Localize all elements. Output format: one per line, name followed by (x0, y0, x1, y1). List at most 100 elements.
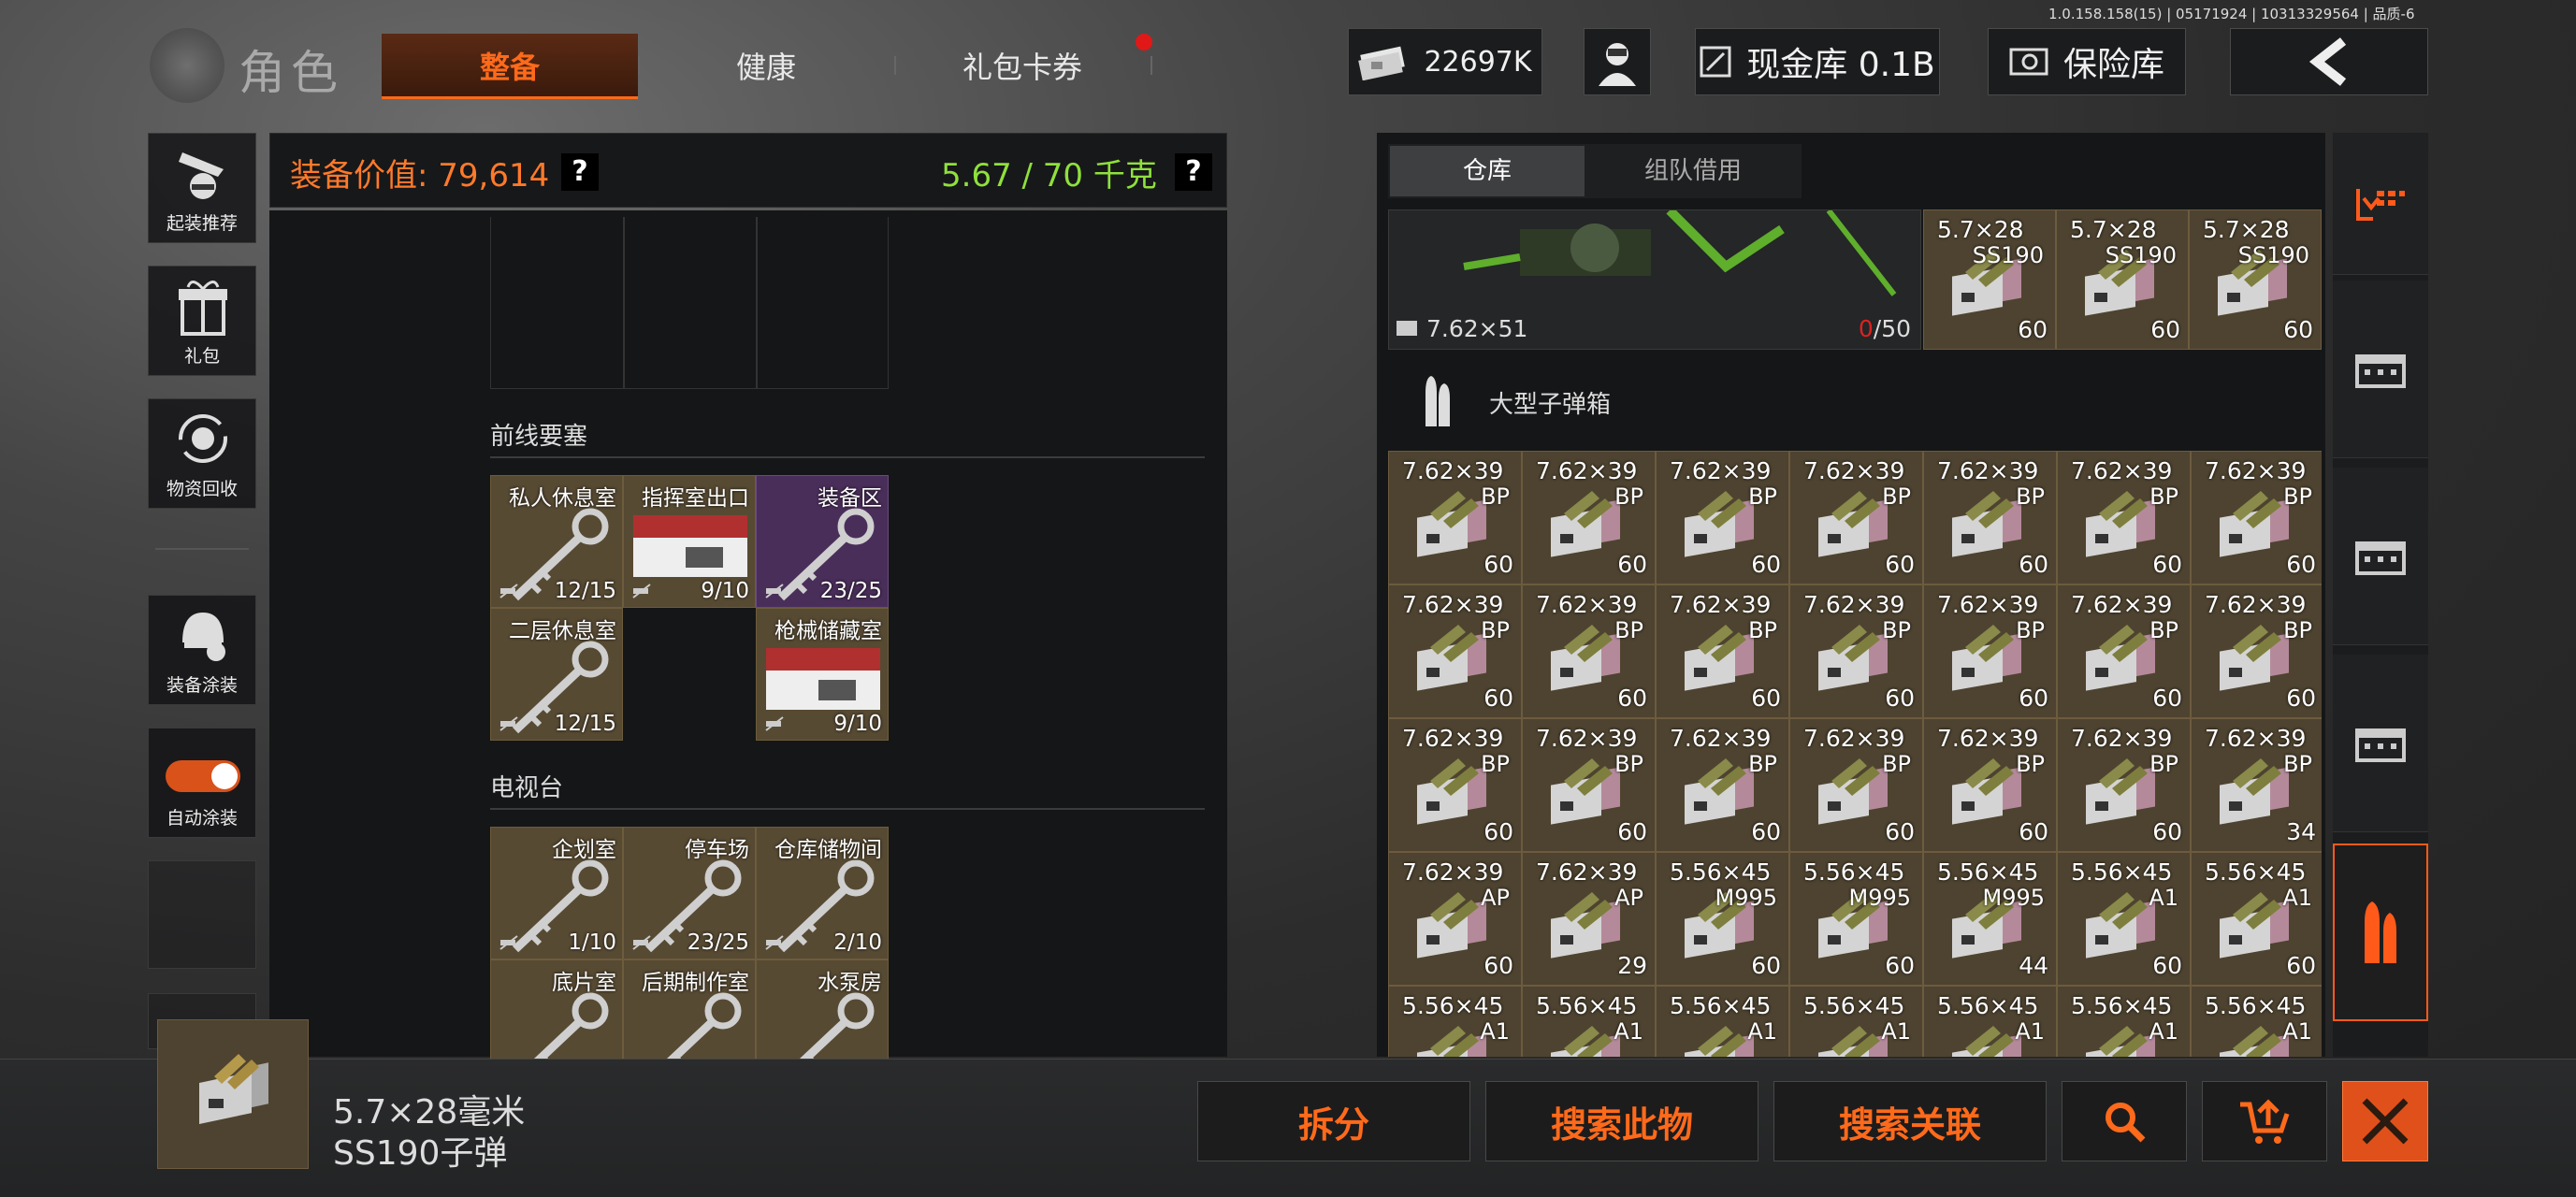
close-button[interactable] (2342, 1081, 2428, 1161)
ammo-item[interactable]: 7.62×39 BP 60 (1388, 584, 1522, 718)
ammo-item[interactable]: 5.7×28 SS190 60 (1923, 209, 2056, 350)
cash-vault-label: 现金库 0.1B (1746, 46, 1935, 84)
ammo-variant: BP (2149, 483, 2178, 510)
ammo-caliber: 7.62×39 (1937, 457, 2039, 484)
sidebar-item-recycle[interactable]: 物资回收 (148, 398, 256, 509)
cash-icon (1358, 46, 1406, 80)
ammo-item[interactable]: 5.56×45 A1 (1522, 986, 1656, 1057)
key-item[interactable]: 私人休息室 12/15 (490, 475, 623, 608)
weapon-item[interactable]: 7.62×51 0/50 (1388, 209, 1921, 350)
ammo-caliber: 5.7×28 (1937, 216, 2024, 243)
ammo-caliber: 7.62×39 (1402, 725, 1504, 752)
ammo-quantity: 60 (2019, 551, 2048, 578)
ammo-item[interactable]: 7.62×39 BP 60 (1388, 718, 1522, 852)
key-name: 水泵房 (818, 971, 882, 995)
ammo-item[interactable]: 5.56×45 M995 60 (1789, 852, 1923, 986)
cash-vault-button[interactable]: 现金库 0.1B (1695, 28, 1940, 95)
ammo-item[interactable]: 7.62×39 BP 60 (2057, 718, 2191, 852)
ammo-caliber: 5.56×45 (2071, 858, 2173, 886)
tab-team-borrow[interactable]: 组队借用 (1586, 146, 1800, 196)
key-item[interactable]: 装备区 23/25 (756, 475, 889, 608)
ammo-quantity: 60 (1483, 551, 1513, 578)
weight-help-button[interactable]: ? (1175, 153, 1212, 191)
ammo-item[interactable]: 7.62×39 BP 60 (1388, 451, 1522, 584)
key-item[interactable]: 仓库储物间 2/10 (756, 827, 889, 959)
ammo-item[interactable]: 5.56×45 M995 60 (1656, 852, 1789, 986)
ammo-item[interactable]: 5.56×45 M995 44 (1923, 852, 2057, 986)
ammo-item[interactable]: 5.56×45 A1 (1789, 986, 1923, 1057)
ammo-item[interactable]: 5.56×45 A1 60 (2057, 852, 2191, 986)
key-name: 仓库储物间 (774, 838, 882, 862)
ammo-item[interactable]: 7.62×39 BP 60 (1789, 718, 1923, 852)
ammo-item[interactable]: 5.56×45 A1 (2057, 986, 2191, 1057)
ammo-item[interactable]: 7.62×39 BP 60 (1522, 451, 1656, 584)
section-title-frontline: 前线要塞 (490, 423, 588, 451)
crate-icon (2355, 353, 2406, 388)
operator-avatar-icon (1599, 43, 1636, 86)
split-button[interactable]: 拆分 (1197, 1081, 1470, 1161)
key-item[interactable]: 二层休息室 12/15 (490, 608, 623, 741)
safe-button[interactable]: 保险库 (1988, 28, 2186, 95)
ammo-item[interactable]: 5.7×28 SS190 60 (2189, 209, 2322, 350)
ammo-item[interactable]: 7.62×39 BP 60 (1522, 584, 1656, 718)
ammo-caliber: 5.56×45 (2205, 992, 2307, 1019)
ammo-quantity: 60 (1885, 818, 1915, 845)
ammo-item[interactable]: 7.62×39 BP 60 (1923, 451, 2057, 584)
ammo-item[interactable]: 7.62×39 BP 60 (2057, 584, 2191, 718)
ammo-item[interactable]: 7.62×39 BP 60 (1789, 451, 1923, 584)
ammo-quantity: 60 (2152, 685, 2182, 712)
sell-button[interactable] (2202, 1081, 2327, 1161)
key-item[interactable]: 枪械储藏室 9/10 (756, 608, 889, 741)
ammo-item[interactable]: 7.62×39 BP 60 (1522, 718, 1656, 852)
search-related-button[interactable]: 搜索关联 (1773, 1081, 2047, 1161)
tab-libao-kaquan[interactable]: 礼包卡券 (894, 32, 1151, 99)
filter-ammo[interactable] (2333, 844, 2428, 1021)
ammo-item[interactable]: 5.56×45 A1 (1923, 986, 2057, 1057)
ammo-item[interactable]: 5.56×45 A1 (1656, 986, 1789, 1057)
ammo-item[interactable]: 5.56×45 A1 (1388, 986, 1522, 1057)
back-button[interactable] (2230, 28, 2428, 95)
ammo-quantity: 60 (1483, 952, 1513, 979)
sidebar-item-recommend[interactable]: 起装推荐 (148, 133, 256, 243)
ammo-quantity: 60 (1617, 685, 1647, 712)
ammo-quantity: 60 (1483, 685, 1513, 712)
ammo-variant: SS190 (2237, 242, 2309, 268)
search-button[interactable] (2062, 1081, 2187, 1161)
key-item[interactable]: 指挥室出口 9/10 (623, 475, 756, 608)
filter-container-3[interactable] (2333, 655, 2428, 832)
key-item[interactable]: 企划室 1/10 (490, 827, 623, 959)
ammo-item[interactable]: 7.62×39 BP 60 (1923, 584, 2057, 718)
ammo-item[interactable]: 5.7×28 SS190 60 (2056, 209, 2189, 350)
ammo-item[interactable]: 7.62×39 AP 29 (1522, 852, 1656, 986)
ammo-variant: BP (1614, 751, 1643, 777)
auto-skin-toggle[interactable] (166, 760, 240, 792)
ammo-item[interactable]: 7.62×39 BP 60 (1923, 718, 2057, 852)
ammo-item[interactable]: 7.62×39 BP 60 (2057, 451, 2191, 584)
ammo-variant: A1 (2015, 1018, 2045, 1045)
avatar-button[interactable] (1584, 28, 1651, 95)
ammo-item[interactable]: 7.62×39 BP 60 (1656, 718, 1789, 852)
ammo-item[interactable]: 7.62×39 BP 60 (2191, 584, 2322, 718)
tab-warehouse[interactable]: 仓库 (1390, 146, 1585, 196)
ammo-item[interactable]: 7.62×39 BP 34 (2191, 718, 2322, 852)
ammo-item[interactable]: 7.62×39 BP 60 (1656, 451, 1789, 584)
tab-jiankang[interactable]: 健康 (638, 32, 894, 99)
value-help-button[interactable]: ? (561, 153, 599, 191)
sidebar-item-skin[interactable]: 装备涂装 (148, 595, 256, 705)
currency-display[interactable]: 22697K (1348, 28, 1542, 95)
filter-container-1[interactable] (2333, 281, 2428, 458)
filter-all[interactable] (2333, 133, 2428, 275)
ammo-item[interactable]: 7.62×39 BP 60 (1656, 584, 1789, 718)
tab-zhengbei[interactable]: 整备 (382, 32, 638, 99)
ammo-item[interactable]: 7.62×39 BP 60 (2191, 451, 2322, 584)
ammo-item[interactable]: 5.56×45 A1 60 (2191, 852, 2322, 986)
search-item-button[interactable]: 搜索此物 (1485, 1081, 1758, 1161)
selected-item-thumbnail[interactable] (157, 1019, 309, 1169)
ammo-item[interactable]: 7.62×39 AP 60 (1388, 852, 1522, 986)
ammo-item[interactable]: 7.62×39 BP 60 (1789, 584, 1923, 718)
filter-container-2[interactable] (2333, 468, 2428, 645)
ammo-item[interactable]: 5.56×45 A1 (2191, 986, 2322, 1057)
sidebar-item-gift[interactable]: 礼包 (148, 266, 256, 376)
key-item[interactable]: 停车场 23/25 (623, 827, 756, 959)
ammo-box-icon (199, 1054, 268, 1125)
